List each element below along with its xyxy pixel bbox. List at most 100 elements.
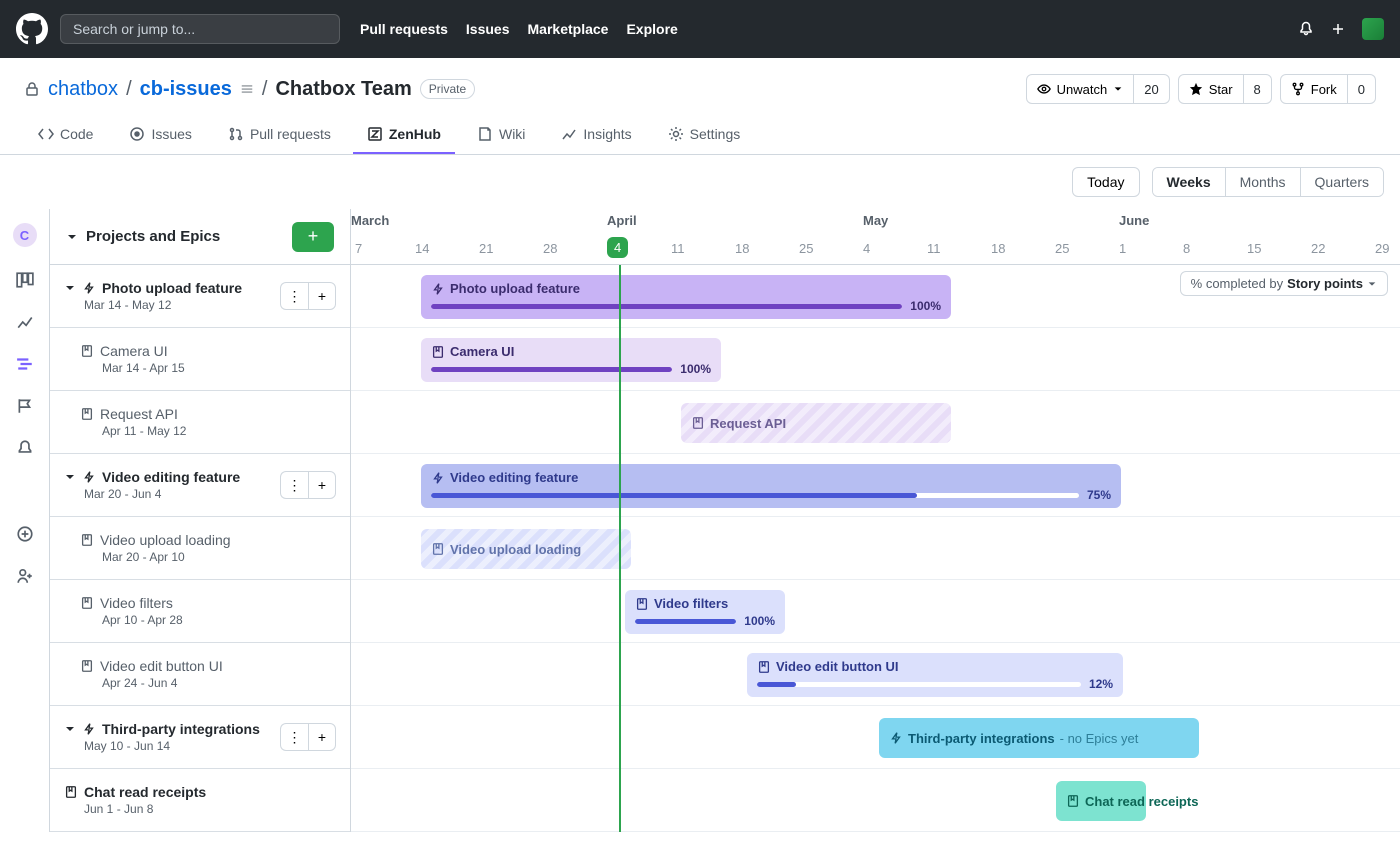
month-row: MarchAprilMayJune bbox=[351, 209, 1400, 235]
pr-icon bbox=[228, 126, 244, 142]
row-name: Photo upload feature bbox=[102, 280, 242, 296]
fork-group: Fork 0 bbox=[1280, 74, 1376, 104]
sidebar-row[interactable]: Video edit button UIApr 24 - Jun 4 bbox=[50, 643, 350, 706]
repo-team: Chatbox Team bbox=[275, 78, 411, 101]
gantt-bar[interactable]: Request API bbox=[681, 403, 951, 443]
issue-icon bbox=[129, 126, 145, 142]
repo-owner-link[interactable]: chatbox bbox=[48, 78, 118, 101]
add-circle-icon[interactable] bbox=[16, 525, 34, 543]
search-input[interactable]: Search or jump to... bbox=[60, 14, 340, 44]
row-menu-button[interactable]: ⋮ bbox=[280, 723, 308, 751]
board-icon[interactable] bbox=[16, 271, 34, 289]
plus-icon[interactable] bbox=[1330, 21, 1346, 37]
gantt-bar[interactable]: Video filters100% bbox=[625, 590, 785, 634]
gantt-bar[interactable]: Third-party integrations - no Epics yet bbox=[879, 718, 1199, 758]
star-icon bbox=[1189, 82, 1203, 96]
notifications-icon[interactable] bbox=[16, 439, 34, 457]
bar-label: Video editing feature bbox=[450, 470, 578, 485]
bar-label: Video upload loading bbox=[450, 542, 581, 557]
gantt-bar[interactable]: Chat read receipts bbox=[1056, 781, 1146, 821]
sidebar: Projects and Epics + Photo upload featur… bbox=[50, 209, 350, 832]
gantt-bar[interactable]: Camera UI100% bbox=[421, 338, 721, 382]
row-menu-button[interactable]: ⋮ bbox=[280, 471, 308, 499]
gantt-bar[interactable]: Video editing feature75% bbox=[421, 464, 1121, 508]
header-right bbox=[1298, 18, 1384, 40]
nav-explore[interactable]: Explore bbox=[626, 21, 677, 37]
tab-insights[interactable]: Insights bbox=[547, 116, 645, 154]
bar-subtext: - no Epics yet bbox=[1060, 731, 1139, 746]
row-name: Video editing feature bbox=[102, 469, 240, 485]
row-add-button[interactable]: + bbox=[308, 282, 336, 310]
bell-icon[interactable] bbox=[1298, 21, 1314, 37]
org-badge[interactable]: C bbox=[13, 223, 37, 247]
bar-percent: 100% bbox=[680, 362, 711, 376]
timeline-track: Request API bbox=[351, 391, 1400, 454]
month-label: March bbox=[351, 213, 389, 228]
zoom-weeks[interactable]: Weeks bbox=[1153, 168, 1226, 196]
lock-icon bbox=[24, 81, 40, 97]
month-label: May bbox=[863, 213, 888, 228]
roadmap-icon[interactable] bbox=[16, 355, 34, 373]
github-logo-icon[interactable] bbox=[16, 13, 48, 45]
row-name: Camera UI bbox=[100, 343, 168, 359]
row-add-button[interactable]: + bbox=[308, 723, 336, 751]
repo-tabs: Code Issues Pull requests ZenHub Wiki In… bbox=[0, 116, 1400, 155]
row-add-button[interactable]: + bbox=[308, 471, 336, 499]
sidebar-row[interactable]: Camera UIMar 14 - Apr 15 bbox=[50, 328, 350, 391]
tab-issues[interactable]: Issues bbox=[115, 116, 205, 154]
menu-icon[interactable] bbox=[240, 82, 254, 96]
tab-code[interactable]: Code bbox=[24, 116, 107, 154]
tab-wiki[interactable]: Wiki bbox=[463, 116, 539, 154]
today-button[interactable]: Today bbox=[1072, 167, 1139, 197]
timeline[interactable]: MarchAprilMayJune 7142128411182541118251… bbox=[350, 209, 1400, 832]
zoom-segment: Weeks Months Quarters bbox=[1152, 167, 1385, 197]
chevron-down-icon[interactable] bbox=[64, 471, 76, 483]
tab-pull-requests[interactable]: Pull requests bbox=[214, 116, 345, 154]
sidebar-row[interactable]: Third-party integrationsMay 10 - Jun 14⋮… bbox=[50, 706, 350, 769]
completed-by-dropdown[interactable]: % completed by Story points bbox=[1180, 271, 1388, 296]
add-project-button[interactable]: + bbox=[292, 222, 334, 252]
tab-zenhub[interactable]: ZenHub bbox=[353, 116, 455, 154]
nav-marketplace[interactable]: Marketplace bbox=[528, 21, 609, 37]
month-label: April bbox=[607, 213, 637, 228]
sidebar-row[interactable]: Video filtersApr 10 - Apr 28 bbox=[50, 580, 350, 643]
avatar[interactable] bbox=[1362, 18, 1384, 40]
bar-percent: 12% bbox=[1089, 677, 1113, 691]
row-menu-button[interactable]: ⋮ bbox=[280, 282, 308, 310]
tab-settings[interactable]: Settings bbox=[654, 116, 755, 154]
day-label: 4 bbox=[607, 237, 628, 258]
invite-icon[interactable] bbox=[16, 567, 34, 585]
fork-button[interactable]: Fork bbox=[1280, 74, 1348, 104]
nav-issues[interactable]: Issues bbox=[466, 21, 510, 37]
sidebar-row[interactable]: Photo upload featureMar 14 - May 12⋮+ bbox=[50, 265, 350, 328]
star-button[interactable]: Star bbox=[1178, 74, 1244, 104]
today-line bbox=[619, 265, 621, 832]
sidebar-row[interactable]: Request APIApr 11 - May 12 bbox=[50, 391, 350, 454]
timeline-track: Video edit button UI12% bbox=[351, 643, 1400, 706]
repo-name-link[interactable]: cb-issues bbox=[140, 78, 232, 101]
chevron-down-icon[interactable] bbox=[64, 723, 76, 735]
chevron-down-icon[interactable] bbox=[64, 282, 76, 294]
day-label: 11 bbox=[927, 241, 941, 256]
row-dates: Mar 20 - Apr 10 bbox=[102, 550, 336, 564]
sidebar-header: Projects and Epics + bbox=[50, 209, 350, 265]
milestone-icon[interactable] bbox=[16, 397, 34, 415]
gantt-bar[interactable]: Photo upload feature100% bbox=[421, 275, 951, 319]
gantt-bar[interactable]: Video upload loading bbox=[421, 529, 631, 569]
sidebar-row[interactable]: Chat read receiptsJun 1 - Jun 8 bbox=[50, 769, 350, 832]
eye-icon bbox=[1037, 82, 1051, 96]
zoom-months[interactable]: Months bbox=[1226, 168, 1301, 196]
bar-label: Third-party integrations bbox=[908, 731, 1055, 746]
sidebar-row[interactable]: Video editing featureMar 20 - Jun 4⋮+ bbox=[50, 454, 350, 517]
unwatch-button[interactable]: Unwatch bbox=[1026, 74, 1135, 104]
timeline-track: Video filters100% bbox=[351, 580, 1400, 643]
chevron-down-icon[interactable] bbox=[66, 231, 78, 243]
star-count: 8 bbox=[1244, 74, 1272, 104]
day-label: 4 bbox=[863, 241, 870, 256]
reports-icon[interactable] bbox=[16, 313, 34, 331]
nav-pull-requests[interactable]: Pull requests bbox=[360, 21, 448, 37]
bar-percent: 100% bbox=[744, 614, 775, 628]
zoom-quarters[interactable]: Quarters bbox=[1301, 168, 1383, 196]
sidebar-row[interactable]: Video upload loadingMar 20 - Apr 10 bbox=[50, 517, 350, 580]
gantt-bar[interactable]: Video edit button UI12% bbox=[747, 653, 1123, 697]
